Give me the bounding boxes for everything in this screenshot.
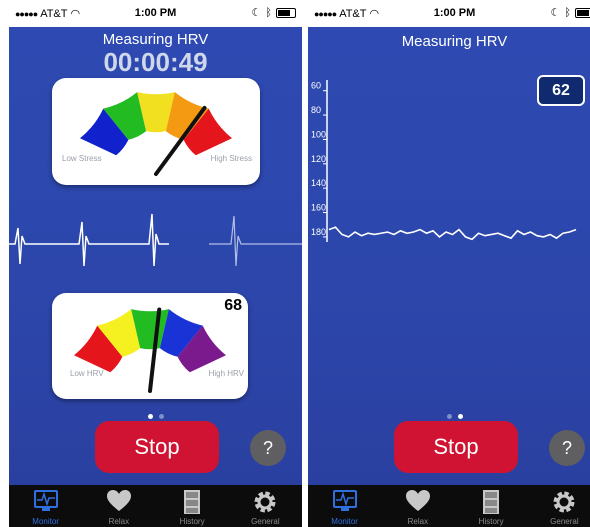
low-hrv-label: Low HRV bbox=[70, 369, 104, 378]
tab-label: Relax bbox=[407, 517, 429, 526]
y-tick-label: 60 bbox=[311, 81, 321, 91]
page-title: Measuring HRV bbox=[401, 33, 508, 50]
page-dot-2[interactable] bbox=[158, 414, 164, 419]
ecg-trace bbox=[9, 213, 302, 267]
tab-label: History bbox=[179, 517, 205, 526]
tab-label: Monitor bbox=[331, 517, 358, 526]
monitor-screen-chart: ●●●●● AT&T ◠ 1:00 PM ☾ ᛒ Measuring HRV 62 1… bbox=[308, 0, 590, 527]
high-hrv-label: High HRV bbox=[208, 369, 244, 378]
battery-icon bbox=[575, 7, 590, 18]
y-tick-label: 180 bbox=[311, 227, 326, 237]
battery-icon bbox=[276, 7, 296, 18]
hrv-gauge-arc bbox=[73, 307, 227, 393]
page-dot-1[interactable] bbox=[446, 414, 452, 419]
monitor-icon bbox=[33, 490, 58, 511]
heart-icon bbox=[106, 490, 131, 511]
page-dot-1[interactable] bbox=[147, 414, 153, 419]
y-tick-label: 140 bbox=[311, 178, 326, 188]
status-bar: ●●●●● AT&T ◠ 1:00 PM ☾ ᛒ bbox=[308, 0, 590, 27]
moon-icon: ☾ bbox=[550, 7, 561, 19]
gear-icon bbox=[254, 491, 276, 513]
tab-bar: Monitor Relax History General bbox=[308, 485, 590, 527]
stop-button[interactable]: Stop bbox=[394, 421, 518, 473]
y-tick-label: 100 bbox=[311, 129, 326, 139]
hrv-value: 68 bbox=[224, 297, 242, 314]
hrv-chart: 180 160 140 120 100 80 60 bbox=[311, 80, 577, 242]
y-tick-label: 160 bbox=[311, 203, 326, 213]
clock-label: 1:00 PM bbox=[433, 7, 476, 19]
moon-icon: ☾ bbox=[251, 7, 262, 19]
y-tick-label: 120 bbox=[311, 154, 326, 164]
hrv-series-line bbox=[328, 226, 577, 241]
stress-gauge-arc bbox=[79, 92, 233, 176]
high-stress-label: High Stress bbox=[210, 154, 252, 163]
tab-relax[interactable]: Relax bbox=[381, 485, 454, 527]
stop-button[interactable]: Stop bbox=[95, 421, 219, 473]
tab-monitor[interactable]: Monitor bbox=[308, 485, 381, 527]
filing-cabinet-icon bbox=[483, 490, 500, 514]
heart-icon bbox=[405, 490, 430, 511]
gear-icon bbox=[553, 491, 575, 513]
tab-general[interactable]: General bbox=[229, 485, 302, 527]
tab-label: General bbox=[251, 517, 280, 526]
tab-history[interactable]: History bbox=[156, 485, 229, 527]
help-button[interactable]: ? bbox=[250, 430, 286, 466]
tab-general[interactable]: General bbox=[528, 485, 590, 527]
page-title: Measuring HRV bbox=[102, 31, 209, 48]
tab-bar: Monitor Relax History General bbox=[9, 485, 302, 527]
help-button[interactable]: ? bbox=[549, 430, 585, 466]
bluetooth-icon: ᛒ bbox=[265, 6, 272, 19]
status-bar: ●●●●● AT&T ◠ 1:00 PM ☾ ᛒ bbox=[9, 0, 302, 27]
monitor-screen-gauges: ●●●●● AT&T ◠ 1:00 PM ☾ ᛒ Measuring HRV 00:0… bbox=[9, 0, 302, 527]
session-timer: 00:00:49 bbox=[103, 47, 208, 77]
stress-gauge: Low Stress High Stress bbox=[52, 78, 260, 185]
low-stress-label: Low Stress bbox=[62, 154, 102, 163]
y-tick-label: 80 bbox=[311, 105, 321, 115]
filing-cabinet-icon bbox=[184, 490, 201, 514]
bluetooth-icon: ᛒ bbox=[564, 6, 571, 19]
page-dot-2[interactable] bbox=[457, 414, 463, 419]
tab-label: Relax bbox=[108, 517, 130, 526]
tab-label: General bbox=[550, 517, 579, 526]
tab-monitor[interactable]: Monitor bbox=[9, 485, 82, 527]
tab-relax[interactable]: Relax bbox=[82, 485, 155, 527]
tab-label: Monitor bbox=[32, 517, 59, 526]
tab-label: History bbox=[478, 517, 504, 526]
monitor-icon bbox=[332, 490, 357, 511]
hrv-gauge: 68 Low HRV High HRV bbox=[52, 293, 248, 399]
tab-history[interactable]: History bbox=[455, 485, 528, 527]
